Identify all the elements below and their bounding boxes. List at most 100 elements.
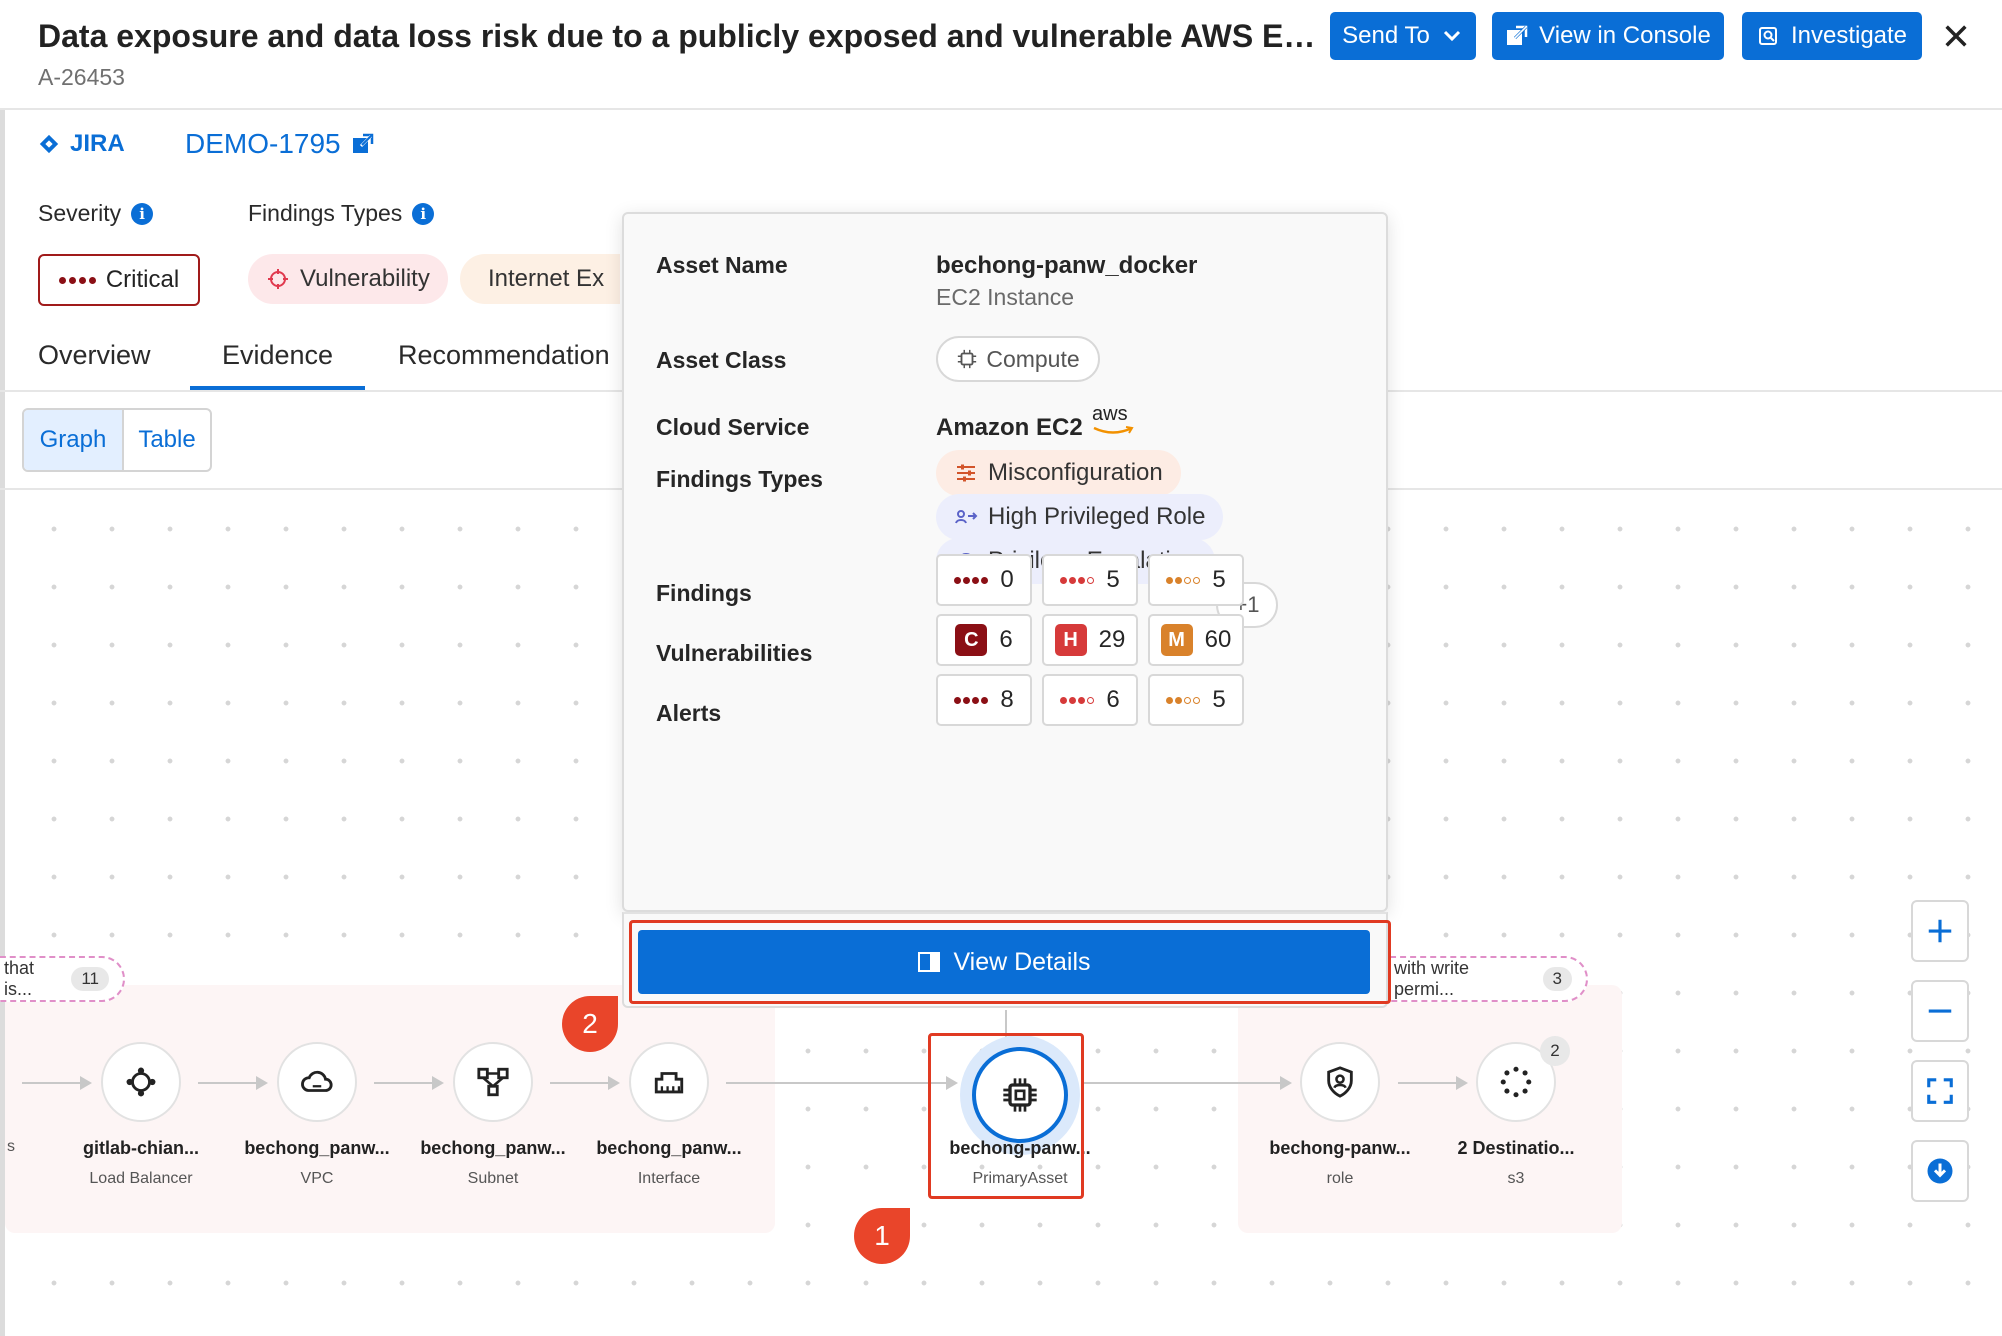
- aws-logo-text: aws: [1092, 403, 1128, 425]
- active-tab-indicator: [190, 386, 365, 390]
- findings-high[interactable]: 5: [1042, 554, 1138, 606]
- edge-arrow: [608, 1076, 620, 1090]
- findings-medium[interactable]: 5: [1148, 554, 1244, 606]
- step-callout-2: 2: [562, 996, 618, 1052]
- graph-edge: [1398, 1082, 1458, 1084]
- loading-spinner-icon: [1500, 1066, 1532, 1098]
- graph-node-vpc[interactable]: [277, 1042, 357, 1122]
- tab-evidence[interactable]: Evidence: [222, 340, 333, 371]
- node-type: Load Balancer: [89, 1170, 193, 1187]
- medium-dots-icon: [1166, 576, 1201, 584]
- alert-title: Data exposure and data loss risk due to …: [38, 18, 1318, 54]
- investigate-button[interactable]: Investigate: [1742, 12, 1922, 60]
- right-group-label[interactable]: with write permi... 3: [1380, 956, 1588, 1002]
- graph-node-role[interactable]: [1300, 1042, 1380, 1122]
- critical-dots-icon: [954, 576, 989, 584]
- ticket-id: DEMO-1795: [185, 128, 341, 159]
- jira-link[interactable]: JIRA: [38, 130, 125, 158]
- plus-icon: [1928, 919, 1952, 943]
- asset-name-label: Asset Name: [656, 252, 788, 278]
- finding-type-label: Vulnerability: [300, 265, 430, 292]
- alerts-high-count: 6: [1106, 686, 1120, 713]
- critical-letter-icon: C: [955, 624, 988, 656]
- view-in-console-button[interactable]: View in Console: [1492, 12, 1724, 60]
- finding-type-chip: High Privileged Role: [936, 494, 1224, 540]
- medium-letter-icon: M: [1160, 624, 1193, 656]
- alerts-high[interactable]: 6: [1042, 674, 1138, 726]
- investigate-label: Investigate: [1790, 22, 1908, 49]
- graph-node-load-balancer[interactable]: [101, 1042, 181, 1122]
- medium-dots-icon: [1166, 696, 1201, 704]
- graph-node-interface[interactable]: [629, 1042, 709, 1122]
- node-name: bechong-panw...: [1269, 1138, 1411, 1158]
- ticket-link[interactable]: DEMO-1795: [185, 128, 375, 160]
- severity-badge: Critical: [38, 254, 200, 306]
- asset-class-value: Compute: [986, 345, 1080, 372]
- external-link-icon: [1507, 25, 1528, 45]
- privileged-user-icon: [955, 510, 978, 524]
- node-name: gitlab-chian...: [82, 1138, 199, 1158]
- node-type: VPC: [300, 1170, 334, 1187]
- severity-label-text: Severity: [38, 200, 122, 226]
- fit-to-screen-button[interactable]: [1911, 1060, 1969, 1122]
- high-dots-icon: [1060, 576, 1095, 584]
- vuln-medium[interactable]: M 60: [1148, 614, 1244, 666]
- findings-critical[interactable]: 0: [936, 554, 1032, 606]
- cloud-icon: [301, 1070, 333, 1092]
- findings-high-count: 5: [1106, 566, 1120, 593]
- left-group-count: 11: [71, 967, 109, 991]
- vuln-high[interactable]: H 29: [1042, 614, 1138, 666]
- graph-view-button[interactable]: Graph: [24, 410, 124, 470]
- alerts-medium[interactable]: 5: [1148, 674, 1244, 726]
- graph-edge: [374, 1082, 434, 1084]
- right-group-count: 3: [1542, 967, 1572, 991]
- finding-type-chip: Misconfiguration: [936, 450, 1181, 496]
- alerts-medium-count: 5: [1212, 686, 1226, 713]
- info-icon[interactable]: i: [412, 202, 435, 225]
- download-icon: [1927, 1158, 1953, 1184]
- critical-dots-icon: [58, 276, 96, 284]
- table-view-button[interactable]: Table: [124, 410, 210, 470]
- minus-icon: [1928, 1009, 1952, 1013]
- chip-icon: [958, 349, 977, 369]
- vuln-medium-count: 60: [1204, 626, 1232, 653]
- finding-type-label: Internet Ex: [488, 265, 605, 292]
- info-icon[interactable]: i: [131, 202, 154, 225]
- finding-type-chip: Vulnerability: [248, 254, 448, 304]
- tab-recommendation[interactable]: Recommendation: [398, 340, 610, 371]
- view-in-console-label: View in Console: [1539, 22, 1711, 49]
- node-name: 2 Destinatio...: [1457, 1138, 1575, 1158]
- node-name: bechong_panw...: [420, 1138, 566, 1158]
- vuln-critical[interactable]: C 6: [936, 614, 1032, 666]
- findings-medium-count: 5: [1212, 566, 1226, 593]
- tab-overview[interactable]: Overview: [38, 340, 151, 371]
- node-count-badge: 2: [1540, 1036, 1570, 1066]
- left-group-label[interactable]: that is... 11: [0, 956, 125, 1002]
- send-to-label: Send To: [1342, 22, 1430, 49]
- fullscreen-icon: [1927, 1078, 1953, 1104]
- critical-dots-icon: [954, 696, 989, 704]
- zoom-in-button[interactable]: [1911, 900, 1969, 962]
- view-details-highlight: [629, 920, 1391, 1004]
- close-icon[interactable]: [1936, 16, 1976, 56]
- graph-node-subnet[interactable]: [453, 1042, 533, 1122]
- send-to-button[interactable]: Send To: [1330, 12, 1476, 60]
- edge-arrow: [80, 1076, 92, 1090]
- zoom-out-button[interactable]: [1911, 980, 1969, 1042]
- alerts-critical[interactable]: 8: [936, 674, 1032, 726]
- alerts-label: Alerts: [656, 700, 722, 726]
- investigate-icon: [1758, 27, 1777, 45]
- alert-id: A-26453: [38, 64, 125, 90]
- asset-class-chip: Compute: [936, 336, 1100, 382]
- right-group-text: with write permi...: [1394, 958, 1470, 999]
- download-button[interactable]: [1911, 1140, 1969, 1202]
- edge-arrow: [1456, 1076, 1468, 1090]
- vuln-high-count: 29: [1098, 626, 1126, 653]
- finding-type-label: High Privileged Role: [988, 503, 1206, 530]
- findings-types-label: Findings Types i: [248, 200, 435, 227]
- high-dots-icon: [1060, 696, 1095, 704]
- network-interface-icon: [654, 1072, 684, 1094]
- findings-critical-count: 0: [1000, 566, 1014, 593]
- asset-details-popover: Asset Name bechong-panw_docker EC2 Insta…: [622, 212, 1388, 912]
- findings-label: Findings: [656, 580, 752, 606]
